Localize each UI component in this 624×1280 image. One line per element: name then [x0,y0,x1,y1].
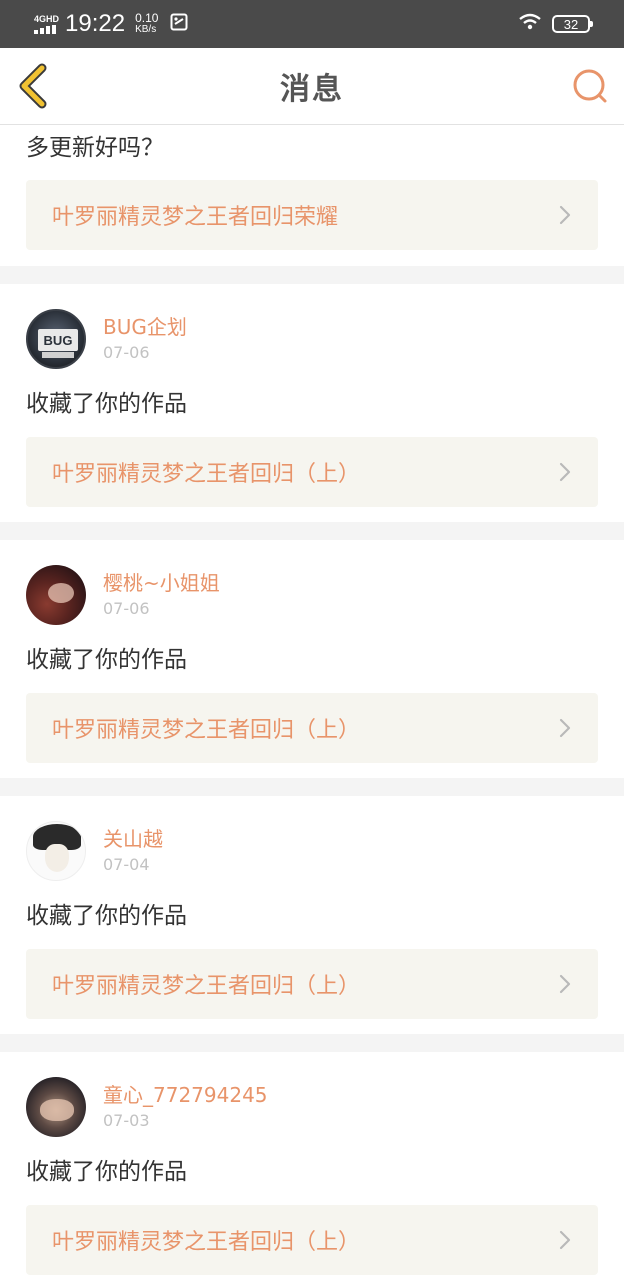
user-meta: BUG企划 07-06 [103,314,187,364]
message-card: BUG BUG企划 07-06 收藏了你的作品 叶罗丽精灵梦之王者回归（上） [0,284,624,522]
chevron-right-icon [559,718,571,738]
user-row: 童心_772794245 07-03 [26,1077,598,1137]
avatar-badge: BUG [38,329,78,351]
chevron-right-icon [559,462,571,482]
chevron-right-icon [559,974,571,994]
work-title: 叶罗丽精灵梦之王者回归（上） [52,974,361,999]
message-feed[interactable]: 多更新好吗？ 叶罗丽精灵梦之王者回归荣耀 BUG BUG企划 07-06 收藏了… [0,125,624,1280]
work-link[interactable]: 叶罗丽精灵梦之王者回归（上） [26,693,598,763]
message-text: 收藏了你的作品 [26,903,187,929]
work-title: 叶罗丽精灵梦之王者回归（上） [52,462,361,487]
chevron-right-icon [559,205,571,225]
network-speed-unit: KB/s [135,24,157,35]
chevron-left-icon [19,63,47,109]
work-title: 叶罗丽精灵梦之王者回归（上） [52,1230,361,1255]
signal-bars-icon [34,25,56,34]
search-icon [573,69,607,103]
screenshot-icon [170,13,188,36]
work-link[interactable]: 叶罗丽精灵梦之王者回归（上） [26,1205,598,1275]
message-date: 07-06 [103,343,150,362]
wifi-icon [518,13,542,36]
status-bar: 4GHD 19:22 0.10 KB/s 32 [0,0,624,48]
user-name[interactable]: 关山越 [103,826,163,852]
battery-level: 32 [563,16,579,32]
message-text: 收藏了你的作品 [26,1159,187,1185]
work-title: 叶罗丽精灵梦之王者回归（上） [52,718,361,743]
user-name[interactable]: 樱桃~小姐姐 [103,570,220,596]
network-type: 4GHD [34,14,60,24]
avatar[interactable] [26,821,86,881]
user-name[interactable]: BUG企划 [103,314,187,340]
search-button[interactable] [570,66,610,106]
work-link[interactable]: 叶罗丽精灵梦之王者回归（上） [26,949,598,1019]
message-card: 童心_772794245 07-03 收藏了你的作品 叶罗丽精灵梦之王者回归（上… [0,1052,624,1280]
user-name[interactable]: 童心_772794245 [103,1082,268,1108]
message-date: 07-04 [103,855,150,874]
page-title: 消息 [280,72,344,107]
network-speed-value: 0.10 [135,11,159,25]
battery-icon: 32 [552,15,593,33]
signal-indicator: 4GHD [34,14,59,34]
app-header: 消息 [0,48,624,125]
status-right: 32 [518,13,593,36]
message-card: 樱桃~小姐姐 07-06 收藏了你的作品 叶罗丽精灵梦之王者回归（上） [0,540,624,778]
user-meta: 关山越 07-04 [103,826,163,876]
user-row: BUG BUG企划 07-06 [26,309,598,369]
user-meta: 樱桃~小姐姐 07-06 [103,570,220,620]
message-card: 多更新好吗？ 叶罗丽精灵梦之王者回归荣耀 [0,125,624,266]
message-text: 收藏了你的作品 [26,391,187,417]
user-meta: 童心_772794245 07-03 [103,1082,268,1132]
message-text: 多更新好吗？ [26,135,164,161]
message-text: 收藏了你的作品 [26,647,187,673]
network-speed: 0.10 KB/s [135,11,159,35]
work-title: 叶罗丽精灵梦之王者回归荣耀 [52,205,339,230]
message-card: 关山越 07-04 收藏了你的作品 叶罗丽精灵梦之王者回归（上） [0,796,624,1034]
work-link[interactable]: 叶罗丽精灵梦之王者回归（上） [26,437,598,507]
avatar[interactable]: BUG [26,309,86,369]
work-link[interactable]: 叶罗丽精灵梦之王者回归荣耀 [26,180,598,250]
avatar[interactable] [26,565,86,625]
user-row: 关山越 07-04 [26,821,598,881]
user-row: 樱桃~小姐姐 07-06 [26,565,598,625]
back-button[interactable] [14,62,54,110]
avatar[interactable] [26,1077,86,1137]
chevron-right-icon [559,1230,571,1250]
clock: 19:22 [65,10,126,37]
message-date: 07-06 [103,599,150,618]
message-date: 07-03 [103,1111,150,1130]
